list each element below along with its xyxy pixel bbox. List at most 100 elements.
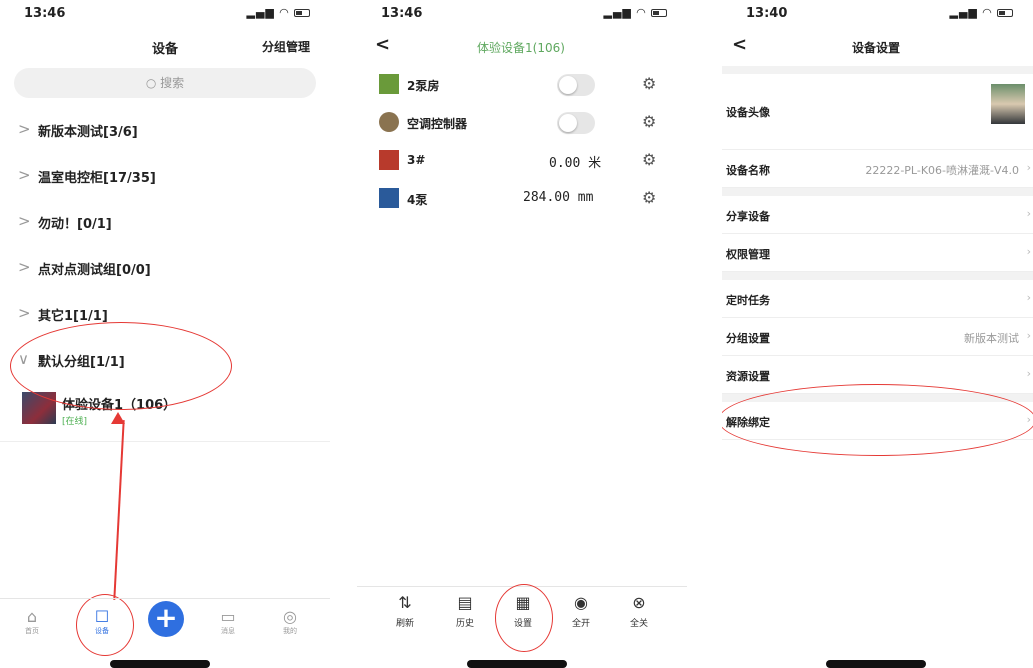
group-label: 勿动！[0/1]	[38, 217, 112, 232]
channel-toggle[interactable]	[557, 112, 595, 134]
back-icon[interactable]: <	[375, 34, 390, 55]
search-input[interactable]: ○ 搜索	[14, 68, 316, 98]
status-bar: 13:46 ▂▄▆ ◠	[0, 0, 330, 26]
add-device-button[interactable]: +	[148, 601, 184, 637]
signal-wifi-battery-icon: ▂▄▆ ◠	[247, 6, 310, 19]
device-channel-row[interactable]: 空调控制器 ⚙	[357, 104, 687, 142]
share-device-row[interactable]: 分享设备 ›	[722, 196, 1033, 234]
signal-wifi-battery-icon: ▂▄▆ ◠	[950, 6, 1013, 19]
channel-name: 2泵房	[407, 79, 440, 93]
group-row[interactable]: > 新版本测试[3/6]	[0, 106, 330, 152]
annotation-arrow-head	[111, 412, 125, 424]
chevron-right-icon: >	[18, 304, 31, 322]
group-label: 新版本测试[3/6]	[38, 125, 138, 140]
device-detail-screen: 13:46 ▂▄▆ ◠ < 体验设备1(106) 2泵房 ⚙ 空调控制器 ⚙ 3…	[357, 0, 687, 668]
header: < 设备设置	[722, 26, 1033, 66]
header: 设备 分组管理	[0, 26, 330, 66]
group-setting-value: 新版本测试	[964, 332, 1019, 345]
gear-icon[interactable]: ⚙	[642, 74, 656, 93]
home-indicator	[467, 660, 567, 668]
channel-thumbnail	[379, 74, 399, 94]
timer-task-row[interactable]: 定时任务 ›	[722, 280, 1033, 318]
home-indicator	[826, 660, 926, 668]
search-icon: ○	[145, 76, 157, 90]
back-icon[interactable]: <	[732, 34, 747, 55]
status-time: 13:46	[24, 6, 66, 21]
tab-mine[interactable]: ◎ 我的	[270, 607, 310, 636]
all-off-icon: ⊗	[632, 593, 646, 612]
channel-name: 4泵	[407, 193, 428, 207]
chevron-right-icon: ›	[1026, 291, 1031, 304]
group-label: 其它1[1/1]	[38, 309, 108, 324]
chevron-right-icon: >	[18, 166, 31, 184]
status-time: 13:46	[381, 6, 423, 21]
message-icon: ▭	[220, 607, 236, 626]
tab-bar: ⌂ 首页 ☐ 设备 + ▭ 消息 ◎ 我的	[0, 598, 330, 648]
group-row[interactable]: > 点对点测试组[0/0]	[0, 244, 330, 290]
channel-value: 0.00 米	[549, 156, 602, 171]
user-icon: ◎	[283, 607, 297, 626]
group-label: 温室电控柜[17/35]	[38, 171, 156, 186]
channel-name: 3#	[407, 153, 426, 167]
channel-thumbnail	[379, 188, 399, 208]
device-list-screen: 13:46 ▂▄▆ ◠ 设备 分组管理 ○ 搜索 > 新版本测试[3/6] > 温室…	[0, 0, 330, 668]
device-channel-row[interactable]: 2泵房 ⚙	[357, 66, 687, 104]
group-row[interactable]: > 温室电控柜[17/35]	[0, 152, 330, 198]
router-icon: ☐	[94, 607, 110, 626]
chevron-right-icon: >	[18, 212, 31, 230]
gear-icon[interactable]: ⚙	[642, 150, 656, 169]
annotation-oval	[495, 584, 553, 652]
chevron-right-icon: >	[18, 120, 31, 138]
refresh-icon: ⇅	[398, 593, 412, 612]
chevron-right-icon: ›	[1026, 207, 1031, 220]
home-indicator	[110, 660, 210, 668]
chevron-right-icon: ›	[1026, 367, 1031, 380]
avatar[interactable]	[991, 84, 1025, 124]
status-time: 13:40	[746, 6, 788, 21]
device-channel-row[interactable]: 4泵 284.00 mm ⚙	[357, 180, 687, 218]
status-bar: 13:46 ▂▄▆ ◠	[357, 0, 687, 26]
device-channel-row[interactable]: 3# 0.00 米 ⚙	[357, 142, 687, 180]
device-name-value: 22222-PL-K06-喷淋灌溉-V4.0	[865, 164, 1019, 177]
annotation-oval	[722, 384, 1033, 456]
group-management-button[interactable]: 分组管理	[262, 38, 310, 55]
tab-home[interactable]: ⌂ 首页	[12, 607, 52, 636]
group-label: 点对点测试组[0/0]	[38, 263, 151, 278]
all-off-button[interactable]: ⊗ 全关	[619, 593, 659, 629]
page-title: 设备设置	[852, 41, 901, 55]
chevron-right-icon: ›	[1026, 245, 1031, 258]
history-button[interactable]: ▤ 历史	[445, 593, 485, 629]
group-setting-row[interactable]: 分组设置 新版本测试 ›	[722, 318, 1033, 356]
chevron-right-icon: ›	[1026, 329, 1031, 342]
permission-management-row[interactable]: 权限管理 ›	[722, 234, 1033, 272]
search-placeholder: 搜索	[160, 76, 185, 90]
channel-thumbnail	[379, 112, 399, 132]
device-avatar-row[interactable]: 设备头像	[722, 74, 1033, 150]
device-settings-screen: 13:40 ▂▄▆ ◠ < 设备设置 设备头像 设备名称 22222-PL-K0…	[722, 0, 1033, 668]
status-bar: 13:40 ▂▄▆ ◠	[722, 0, 1033, 26]
chevron-right-icon: >	[18, 258, 31, 276]
signal-wifi-battery-icon: ▂▄▆ ◠	[604, 6, 667, 19]
channel-value: 284.00 mm	[523, 190, 594, 205]
channel-toggle[interactable]	[557, 74, 595, 96]
page-title: 设备	[152, 42, 179, 57]
refresh-button[interactable]: ⇅ 刷新	[385, 593, 425, 629]
history-icon: ▤	[457, 593, 473, 612]
annotation-arrow-line	[113, 420, 125, 600]
annotation-oval	[10, 322, 232, 410]
gear-icon[interactable]: ⚙	[642, 112, 656, 131]
channel-name: 空调控制器	[407, 117, 468, 131]
channel-thumbnail	[379, 150, 399, 170]
all-on-button[interactable]: ◉ 全开	[561, 593, 601, 629]
tab-device[interactable]: ☐ 设备	[82, 607, 122, 636]
home-icon: ⌂	[26, 607, 38, 626]
header: < 体验设备1(106)	[357, 26, 687, 66]
gear-icon[interactable]: ⚙	[642, 188, 656, 207]
tab-messages[interactable]: ▭ 消息	[208, 607, 248, 636]
group-row[interactable]: > 勿动！[0/1]	[0, 198, 330, 244]
device-status: [在线]	[62, 417, 88, 427]
page-title: 体验设备1(106)	[477, 41, 565, 55]
chevron-right-icon: ›	[1026, 161, 1031, 174]
all-on-icon: ◉	[574, 593, 588, 612]
device-name-row[interactable]: 设备名称 22222-PL-K06-喷淋灌溉-V4.0 ›	[722, 150, 1033, 188]
